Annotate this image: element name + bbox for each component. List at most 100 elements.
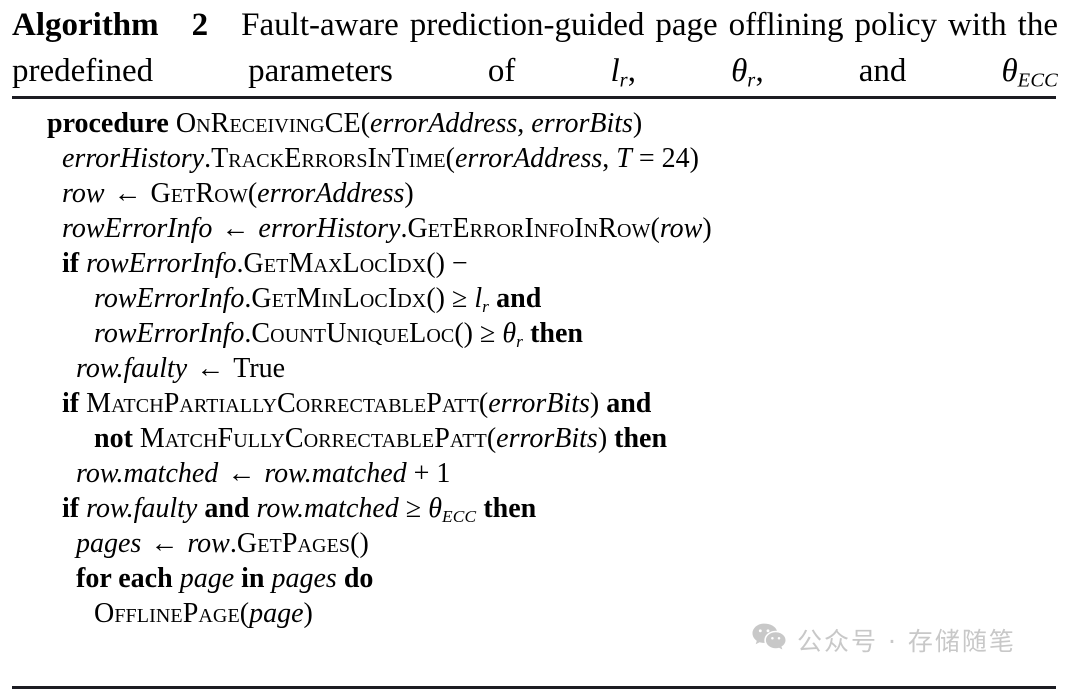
algorithm-punctuation: .: [236, 248, 244, 279]
algorithm-punctuation: 1: [436, 458, 451, 489]
algorithm-punctuation: (: [239, 598, 250, 629]
algorithm-punctuation: ): [303, 598, 313, 629]
algorithm-space: [250, 493, 257, 524]
algorithm-space: [169, 108, 176, 139]
algorithm-keyword: and: [204, 493, 250, 524]
algorithm-variable: page: [179, 563, 235, 594]
algorithm-procedure-name: OfflinePage: [94, 598, 240, 629]
algorithm-punctuation: (: [478, 388, 489, 419]
algorithm-line: if row.faulty and row.matched ≥ θECC the…: [0, 491, 1080, 526]
algorithm-line: rowErrorInfo.CountUniqueLoc() ≥ θr then: [0, 316, 1080, 351]
algorithm-variable: rowErrorInfo: [94, 283, 245, 314]
math-subscript: ECC: [441, 506, 477, 526]
algorithm-title-sep1: ,: [627, 53, 732, 89]
algorithm-keyword: if: [62, 493, 80, 524]
algorithm-procedure-name: GetMinLocIdx: [251, 283, 427, 314]
algorithm-line: rowErrorInfo ← errorHistory.GetErrorInfo…: [0, 211, 1080, 246]
algorithm-operator: −: [444, 248, 468, 279]
wechat-icon: [752, 623, 786, 657]
watermark-text: 公众号 · 存储随笔: [797, 627, 1016, 656]
algorithm-space: [133, 423, 140, 454]
algorithm-procedure-name: CountUniqueLoc: [251, 318, 455, 349]
algorithm-punctuation: (: [360, 108, 371, 139]
algorithm-punctuation: (): [454, 318, 473, 349]
algorithm-variable: row.matched: [264, 458, 407, 489]
algorithm-variable: row: [659, 213, 703, 244]
algorithm-procedure-name: GetErrorInfoInRow: [407, 213, 651, 244]
algorithm-punctuation: (: [445, 143, 455, 174]
algorithm-variable: errorAddress: [370, 108, 518, 139]
algorithm-variable: rowErrorInfo: [86, 248, 237, 279]
algorithm-line: rowErrorInfo.GetMinLocIdx() ≥ lr and: [0, 281, 1080, 316]
algorithm-title-sep2: , and: [755, 53, 1002, 89]
algorithm-keyword: in: [241, 563, 265, 594]
math-base: θ: [502, 318, 517, 349]
algorithm-variable: errorBits: [488, 388, 590, 419]
algorithm-punctuation: ): [632, 108, 643, 139]
algorithm-variable: rowErrorInfo: [94, 318, 245, 349]
algorithm-title-keyword: Algorithm: [12, 7, 159, 43]
math-symbol: θr: [502, 318, 523, 351]
algorithm-keyword: then: [530, 318, 583, 349]
algorithm-variable: errorHistory: [258, 213, 401, 244]
algorithm-variable: page: [249, 598, 304, 629]
assignment-arrow-icon: ←: [143, 528, 186, 559]
algorithm-figure: Algorithm 2 Fault-aware prediction-guide…: [0, 0, 1080, 694]
algorithm-line: if rowErrorInfo.GetMaxLocIdx() −: [0, 246, 1080, 281]
algorithm-line: row ← GetRow(errorAddress): [0, 176, 1080, 211]
algorithm-procedure-name: MatchFullyCorrectablePatt: [139, 423, 487, 454]
algorithm-title-param-thetar: θr: [731, 53, 756, 92]
algorithm-space: [337, 563, 344, 594]
math-base: l: [474, 283, 483, 314]
algorithm-operator: ≥: [398, 493, 429, 524]
algorithm-line: procedure OnReceivingCE(errorAddress, er…: [0, 106, 1080, 141]
algorithm-title: Algorithm 2 Fault-aware prediction-guide…: [12, 2, 1058, 104]
algorithm-punctuation: ): [702, 213, 712, 244]
algorithm-punctuation: (): [350, 528, 369, 559]
algorithm-procedure-name: OnReceivingCE: [175, 108, 361, 139]
watermark: 公众号 · 存储随笔: [752, 622, 1016, 658]
algorithm-title-text-line1: Fault-aware prediction-guided page offli…: [241, 7, 844, 43]
algorithm-punctuation: True: [233, 353, 286, 384]
algorithm-variable: errorBits: [531, 108, 633, 139]
algorithm-keyword: do: [343, 563, 374, 594]
algorithm-procedure-name: TrackErrorsInTime: [211, 143, 446, 174]
algorithm-variable: row.faulty: [86, 493, 198, 524]
algorithm-body: procedure OnReceivingCE(errorAddress, er…: [0, 106, 1080, 631]
horizontal-rule-top: [12, 96, 1056, 99]
algorithm-punctuation: ,: [602, 143, 617, 174]
algorithm-procedure-name: GetPages: [236, 528, 351, 559]
algorithm-punctuation: (): [426, 248, 445, 279]
algorithm-procedure-name: GetRow: [150, 178, 248, 209]
algorithm-keyword: if: [62, 388, 80, 419]
math-symbol: lr: [474, 283, 489, 316]
algorithm-procedure-name: MatchPartiallyCorrectablePatt: [86, 388, 479, 419]
algorithm-line: if MatchPartiallyCorrectablePatt(errorBi…: [0, 386, 1080, 421]
algorithm-keyword: not: [94, 423, 133, 454]
assignment-arrow-icon: ←: [214, 213, 257, 244]
algorithm-variable: row.matched: [256, 493, 399, 524]
algorithm-variable: T: [616, 143, 632, 174]
algorithm-variable: errorAddress: [455, 143, 603, 174]
algorithm-variable: row.faulty: [76, 353, 188, 384]
algorithm-keyword: if: [62, 248, 80, 279]
algorithm-keyword: then: [483, 493, 537, 524]
algorithm-punctuation: ,: [517, 108, 532, 139]
algorithm-variable: pages: [76, 528, 142, 559]
algorithm-variable: row: [187, 528, 230, 559]
algorithm-punctuation: 24): [661, 143, 699, 174]
algorithm-title-param-thetaecc: θECC: [1001, 53, 1059, 92]
algorithm-variable: row.matched: [76, 458, 219, 489]
algorithm-line: row.faulty ← True: [0, 351, 1080, 386]
algorithm-line: errorHistory.TrackErrorsInTime(errorAddr…: [0, 141, 1080, 176]
algorithm-operator: +: [406, 458, 437, 489]
algorithm-variable: errorHistory: [62, 143, 205, 174]
algorithm-variable: errorBits: [496, 423, 598, 454]
algorithm-variable: errorAddress: [257, 178, 405, 209]
algorithm-variable: pages: [271, 563, 337, 594]
algorithm-punctuation: ): [597, 423, 615, 454]
algorithm-punctuation: ): [589, 388, 607, 419]
algorithm-title-number: 2: [191, 7, 209, 43]
algorithm-punctuation: ): [404, 178, 414, 209]
algorithm-punctuation: .: [229, 528, 237, 559]
